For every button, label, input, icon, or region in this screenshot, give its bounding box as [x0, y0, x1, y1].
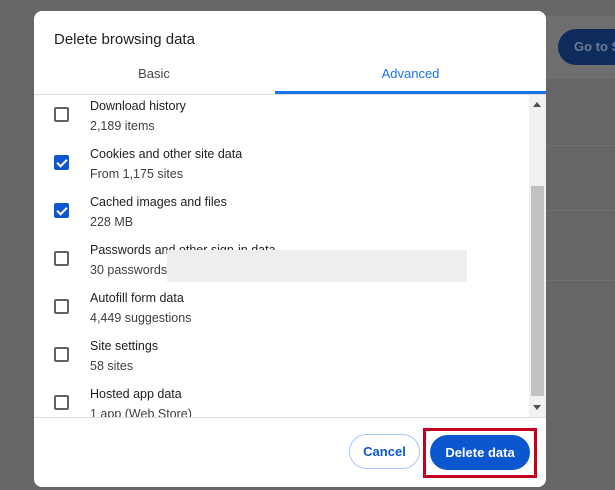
checkbox[interactable] [54, 203, 69, 218]
dialog-title: Delete browsing data [54, 31, 195, 48]
scrollbar[interactable] [529, 95, 546, 417]
scroll-up-arrow-icon[interactable] [533, 102, 541, 107]
item-title: Site settings [90, 339, 159, 353]
item-title: Cached images and files [90, 195, 227, 209]
checkbox[interactable] [54, 107, 69, 122]
footer-divider [34, 417, 546, 418]
item-subtitle: 2,189 items [90, 119, 155, 133]
redacted-area [167, 250, 467, 282]
background-go-to-button: Go to S [558, 29, 615, 65]
item-subtitle: From 1,175 sites [90, 167, 184, 181]
list-item[interactable]: Hosted app data 1 app (Web Store) [34, 387, 529, 417]
tab-basic[interactable]: Basic [34, 66, 274, 81]
list-item[interactable]: Autofill form data 4,449 suggestions [34, 291, 529, 339]
background-divider [545, 145, 615, 146]
checkbox[interactable] [54, 299, 69, 314]
list-item[interactable]: Download history 2,189 items [34, 99, 529, 147]
background-divider [545, 210, 615, 211]
item-subtitle: 58 sites [90, 359, 134, 373]
item-title: Hosted app data [90, 387, 182, 401]
data-type-list: Hosted app data 1 app (Web Store) Site set… [34, 95, 529, 417]
highlight-box [423, 428, 537, 478]
list-item[interactable]: Cached images and files 228 MB [34, 195, 529, 243]
tab-advanced[interactable]: Advanced [275, 66, 546, 81]
item-subtitle: 1 app (Web Store) [90, 407, 192, 417]
scrollbar-thumb[interactable] [531, 186, 544, 396]
scroll-down-arrow-icon[interactable] [533, 405, 541, 410]
checkbox[interactable] [54, 251, 69, 266]
list-item[interactable]: Cookies and other site data From 1,175 si… [34, 147, 529, 195]
background-divider [545, 280, 615, 281]
item-subtitle: 30 passwords [90, 263, 168, 277]
checkbox[interactable] [54, 155, 69, 170]
item-subtitle: 4,449 suggestions [90, 311, 192, 325]
item-subtitle: 228 MB [90, 215, 134, 229]
list-item[interactable]: Site settings 58 sites [34, 339, 529, 387]
item-title: Cookies and other site data [90, 147, 243, 161]
item-title: Autofill form data [90, 291, 184, 305]
checkbox[interactable] [54, 395, 69, 410]
cancel-button[interactable]: Cancel [349, 434, 420, 469]
delete-browsing-data-dialog: Delete browsing data Basic Advanced Host… [34, 11, 546, 487]
item-title: Download history [90, 99, 186, 113]
checkbox[interactable] [54, 347, 69, 362]
